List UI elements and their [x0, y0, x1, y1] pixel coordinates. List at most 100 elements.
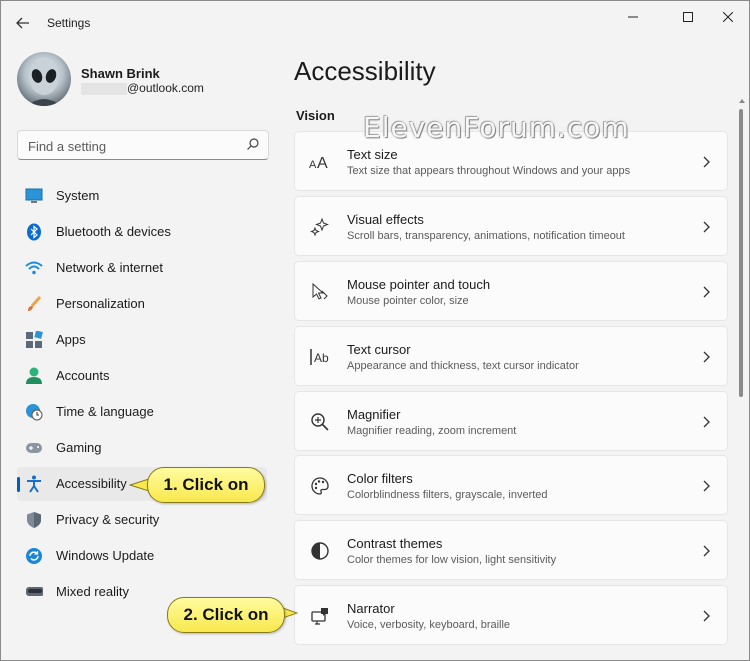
- contrast-icon: [309, 540, 331, 562]
- selection-indicator: [17, 477, 20, 492]
- sidebar-item-gaming[interactable]: Gaming: [17, 431, 267, 465]
- sidebar-item-personalization[interactable]: Personalization: [17, 287, 267, 321]
- sidebar-item-label: System: [56, 188, 100, 203]
- card-subtitle: Appearance and thickness, text cursor in…: [347, 360, 579, 372]
- sync-icon: [25, 547, 43, 565]
- sidebar-item-accounts[interactable]: Accounts: [17, 359, 267, 393]
- card-title: Mouse pointer and touch: [347, 277, 491, 292]
- chevron-right-icon: [703, 221, 710, 233]
- person-icon: [25, 367, 43, 385]
- sidebar-item-windows-update[interactable]: Windows Update: [17, 539, 267, 573]
- card-subtitle: Colorblindness filters, grayscale, inver…: [347, 489, 548, 501]
- bluetooth-icon: [25, 223, 43, 241]
- user-name: Shawn Brink: [81, 66, 160, 81]
- text-cursor-icon: Ab: [309, 346, 331, 368]
- scroll-thumb[interactable]: [739, 109, 743, 397]
- sidebar-item-label: Privacy & security: [56, 512, 160, 527]
- close-button[interactable]: [705, 1, 749, 33]
- search-box[interactable]: [17, 130, 269, 160]
- shield-icon: [25, 511, 43, 529]
- chevron-right-icon: [703, 286, 710, 298]
- sidebar-item-label: Personalization: [56, 296, 145, 311]
- chevron-right-icon: [703, 156, 710, 168]
- card-title: Text size: [347, 147, 398, 162]
- chevron-right-icon: [703, 480, 710, 492]
- scroll-up-arrow-icon[interactable]: [739, 99, 745, 103]
- card-color-filters[interactable]: Color filters Colorblindness filters, gr…: [294, 455, 728, 515]
- minimize-icon: [628, 16, 638, 18]
- minimize-button[interactable]: [610, 1, 656, 33]
- watermark: ElevenForum.com: [363, 111, 630, 144]
- card-subtitle: Color themes for low vision, light sensi…: [347, 554, 557, 566]
- card-text-cursor[interactable]: Ab Text cursor Appearance and thickness,…: [294, 326, 728, 386]
- card-subtitle: Scroll bars, transparency, animations, n…: [347, 230, 625, 242]
- chevron-right-icon: [703, 610, 710, 622]
- user-email: @outlook.com: [127, 81, 204, 95]
- sparkle-icon: [309, 216, 331, 238]
- callout-pointer-icon: [129, 478, 149, 492]
- sidebar-item-network[interactable]: Network & internet: [17, 251, 267, 285]
- chevron-right-icon: [703, 545, 710, 557]
- card-mouse-pointer-touch[interactable]: Mouse pointer and touch Mouse pointer co…: [294, 261, 728, 321]
- magnifier-icon: [309, 411, 331, 433]
- sidebar-item-label: Gaming: [56, 440, 102, 455]
- card-subtitle: Magnifier reading, zoom increment: [347, 425, 517, 437]
- card-subtitle: Voice, verbosity, keyboard, braille: [347, 619, 511, 631]
- chevron-right-icon: [703, 351, 710, 363]
- palette-icon: [309, 475, 331, 497]
- window-title: Settings: [47, 16, 91, 30]
- wifi-icon: [25, 259, 43, 277]
- card-contrast-themes[interactable]: Contrast themes Color themes for low vis…: [294, 520, 728, 580]
- avatar[interactable]: [17, 52, 71, 106]
- search-input[interactable]: [26, 135, 240, 157]
- search-icon: [247, 138, 259, 150]
- sidebar-item-bluetooth[interactable]: Bluetooth & devices: [17, 215, 267, 249]
- title-bar: Settings: [1, 1, 749, 45]
- text-size-icon: AA: [309, 151, 331, 173]
- narrator-icon: [309, 605, 331, 627]
- card-subtitle: Mouse pointer color, size: [347, 295, 469, 307]
- page-title: Accessibility: [294, 56, 436, 86]
- back-arrow-icon: [16, 17, 29, 29]
- sidebar-item-label: Accounts: [56, 368, 110, 383]
- maximize-icon: [683, 12, 693, 22]
- sidebar-item-label: Windows Update: [56, 548, 155, 563]
- back-button[interactable]: [11, 11, 35, 35]
- card-title: Magnifier: [347, 407, 401, 422]
- callout-step-2: 2. Click on: [167, 597, 285, 633]
- vr-headset-icon: [25, 583, 43, 601]
- brush-icon: [25, 295, 43, 313]
- sidebar-item-apps[interactable]: Apps: [17, 323, 267, 357]
- card-visual-effects[interactable]: Visual effects Scroll bars, transparency…: [294, 196, 728, 256]
- card-title: Contrast themes: [347, 536, 443, 551]
- settings-window: Settings Shawn Brink @outlook.com System: [0, 0, 750, 661]
- card-title: Visual effects: [347, 212, 424, 227]
- card-title: Narrator: [347, 601, 395, 616]
- sidebar-item-time-language[interactable]: Time & language: [17, 395, 267, 429]
- sidebar-item-label: Time & language: [56, 404, 154, 419]
- callout-step-1: 1. Click on: [147, 467, 265, 503]
- sidebar-item-label: Mixed reality: [56, 584, 129, 599]
- card-title: Text cursor: [347, 342, 411, 357]
- accessibility-icon: [25, 475, 43, 493]
- svg-text:Ab: Ab: [314, 351, 329, 365]
- card-title: Color filters: [347, 471, 413, 486]
- pointer-icon: [309, 281, 331, 303]
- chevron-right-icon: [703, 416, 710, 428]
- sidebar-item-label: Apps: [56, 332, 86, 347]
- sidebar-item-system[interactable]: System: [17, 179, 267, 213]
- card-narrator[interactable]: Narrator Voice, verbosity, keyboard, bra…: [294, 585, 728, 645]
- sidebar-item-privacy-security[interactable]: Privacy & security: [17, 503, 267, 537]
- svg-text:A: A: [309, 159, 317, 170]
- card-subtitle: Text size that appears throughout Window…: [347, 165, 631, 177]
- close-icon: [723, 12, 733, 22]
- sidebar-item-label: Network & internet: [56, 260, 163, 275]
- svg-text:A: A: [317, 155, 328, 170]
- vertical-scrollbar[interactable]: [737, 99, 745, 659]
- sidebar-item-label: Accessibility: [56, 476, 127, 491]
- card-magnifier[interactable]: Magnifier Magnifier reading, zoom increm…: [294, 391, 728, 451]
- alien-avatar-icon: [27, 57, 61, 106]
- section-heading-vision: Vision: [296, 108, 335, 123]
- email-redaction: [81, 83, 127, 95]
- sidebar-item-label: Bluetooth & devices: [56, 224, 171, 239]
